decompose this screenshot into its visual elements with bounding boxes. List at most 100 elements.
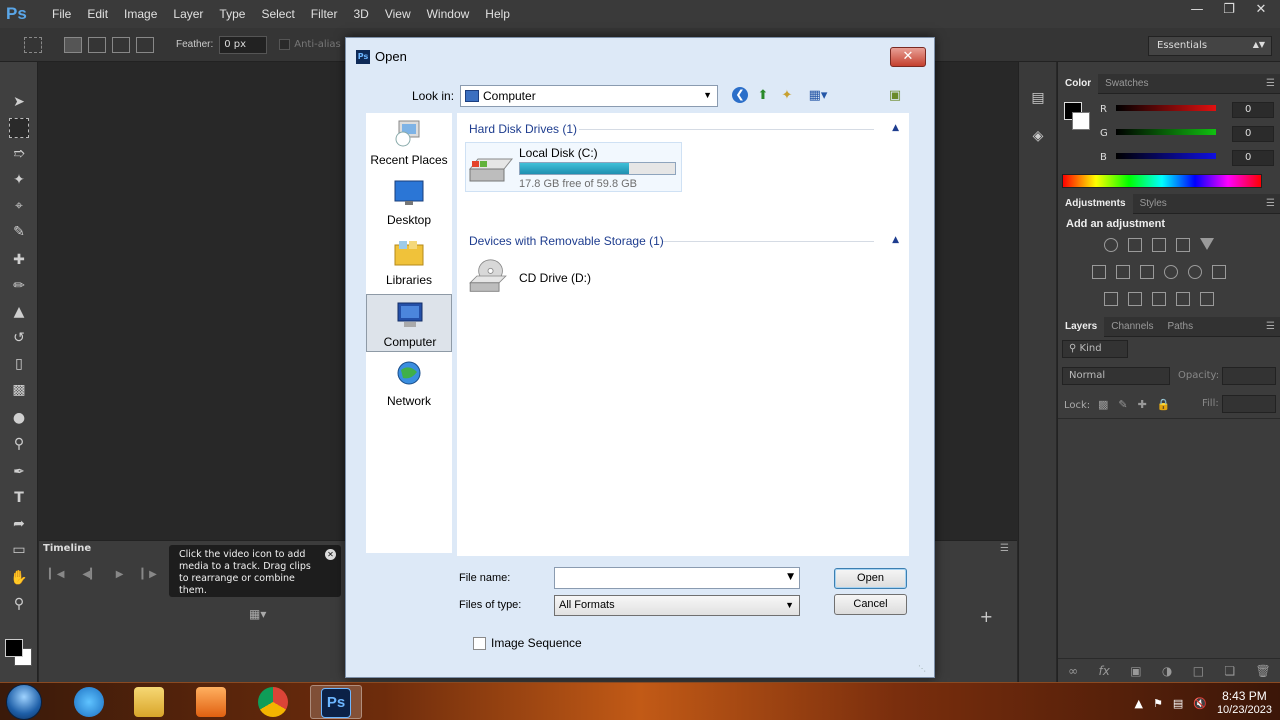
cancel-button[interactable]: Cancel <box>834 594 907 615</box>
taskbar-app-chrome[interactable] <box>248 685 300 719</box>
add-selection-icon[interactable] <box>88 36 106 53</box>
group-header-removable-storage[interactable]: Devices with Removable Storage (1) <box>469 234 664 248</box>
folder-options-icon[interactable]: ▣ <box>886 87 904 105</box>
actions-icon[interactable]: ◈ <box>1029 128 1047 146</box>
back-icon[interactable]: ❮ <box>732 87 748 103</box>
menu-3d[interactable]: 3D <box>345 7 376 21</box>
photo-filter-icon[interactable] <box>1164 265 1178 279</box>
menu-layer[interactable]: Layer <box>165 7 211 21</box>
workspace-select[interactable]: Essentials ▲▼ <box>1148 36 1272 56</box>
threshold-icon[interactable] <box>1152 292 1166 306</box>
taskbar-app-explorer[interactable] <box>124 685 176 719</box>
channel-slider[interactable] <box>1116 153 1216 159</box>
chevron-up-icon[interactable]: ▲ <box>892 123 899 133</box>
start-button[interactable] <box>6 684 42 720</box>
shape-tool-icon[interactable]: ▭ <box>9 540 29 560</box>
subtract-selection-icon[interactable] <box>112 36 130 53</box>
panel-menu-icon[interactable]: ☰ <box>1266 78 1275 89</box>
resize-grip-icon[interactable]: ⋱ <box>918 664 926 673</box>
type-tool-icon[interactable]: T <box>9 488 29 508</box>
tab-channels[interactable]: Channels <box>1104 321 1160 332</box>
chevron-down-icon[interactable]: ▼ <box>787 572 794 582</box>
menu-file[interactable]: File <box>44 7 79 21</box>
tab-styles[interactable]: Styles <box>1133 198 1174 209</box>
place-desktop[interactable]: Desktop <box>366 173 452 231</box>
show-hidden-icons-icon[interactable]: ▲ <box>1134 697 1142 710</box>
taskbar-clock[interactable]: 8:43 PM 10/23/2023 <box>1217 689 1272 717</box>
pen-tool-icon[interactable]: ✒ <box>9 462 29 482</box>
timeline-tab[interactable]: Timeline <box>43 543 91 554</box>
file-name-input[interactable]: ▼ <box>554 567 800 589</box>
menu-edit[interactable]: Edit <box>79 7 116 21</box>
place-recent-places[interactable]: Recent Places <box>366 113 452 171</box>
brightness-contrast-icon[interactable] <box>1104 238 1118 252</box>
color-lookup-icon[interactable] <box>1212 265 1226 279</box>
path-select-tool-icon[interactable]: ➦ <box>9 514 29 534</box>
lock-icons[interactable]: ▩✎✚🔒 <box>1098 398 1181 411</box>
hand-tool-icon[interactable]: ✋ <box>9 568 29 588</box>
channel-value[interactable]: 0 <box>1232 126 1274 142</box>
restore-icon[interactable]: ❐ <box>1220 2 1238 17</box>
lasso-tool-icon[interactable]: ➱ <box>9 144 29 164</box>
history-brush-tool-icon[interactable]: ↺ <box>9 328 29 348</box>
film-strip-icon[interactable]: ▦▾ <box>249 607 266 621</box>
dialog-close-button[interactable]: ✕ <box>890 47 926 67</box>
color-background-swatch[interactable] <box>1072 112 1090 130</box>
volume-muted-icon[interactable]: 🔇 <box>1193 697 1207 710</box>
menu-type[interactable]: Type <box>211 7 253 21</box>
eraser-tool-icon[interactable]: ▯ <box>9 354 29 374</box>
gradient-map-icon[interactable] <box>1200 292 1214 306</box>
play-icon[interactable]: ▶ <box>116 569 124 580</box>
channel-slider[interactable] <box>1116 129 1216 135</box>
place-network[interactable]: Network <box>366 354 452 412</box>
opacity-input[interactable] <box>1222 367 1276 385</box>
foreground-color-swatch[interactable] <box>5 639 23 657</box>
previous-frame-icon[interactable]: ◀▎ <box>82 569 97 580</box>
add-media-icon[interactable]: + <box>980 607 993 626</box>
up-folder-icon[interactable]: ⬆ <box>754 87 772 105</box>
layer-mask-icon[interactable]: ▣ <box>1130 664 1141 678</box>
panel-menu-icon[interactable]: ☰ <box>1266 321 1275 332</box>
channel-slider[interactable] <box>1116 105 1216 111</box>
view-menu-icon[interactable]: ▦▾ <box>804 87 832 105</box>
taskbar-app-media-player[interactable] <box>186 685 238 719</box>
posterize-icon[interactable] <box>1128 292 1142 306</box>
panel-menu-icon[interactable]: ☰ <box>1000 543 1009 554</box>
history-icon[interactable]: ▤ <box>1029 90 1047 108</box>
adjustment-layer-icon[interactable]: ◑ <box>1162 664 1172 678</box>
cd-drive-icon[interactable] <box>465 259 511 293</box>
gradient-tool-icon[interactable]: ▩ <box>9 380 29 400</box>
channel-mixer-icon[interactable] <box>1188 265 1202 279</box>
network-status-icon[interactable]: ▤ <box>1173 697 1183 710</box>
new-layer-icon[interactable]: ❏ <box>1224 664 1235 678</box>
channel-value[interactable]: 0 <box>1232 102 1274 118</box>
image-sequence-checkbox[interactable] <box>473 636 486 650</box>
exposure-icon[interactable] <box>1176 238 1190 252</box>
levels-icon[interactable] <box>1128 238 1142 252</box>
tab-swatches[interactable]: Swatches <box>1098 78 1155 89</box>
link-layers-icon[interactable]: ∞ <box>1068 664 1078 678</box>
place-libraries[interactable]: Libraries <box>366 233 452 291</box>
image-sequence-option[interactable]: Image Sequence <box>473 636 582 650</box>
panel-menu-icon[interactable]: ☰ <box>1266 198 1275 209</box>
menu-window[interactable]: Window <box>419 7 478 21</box>
quick-select-tool-icon[interactable]: ✦ <box>9 170 29 190</box>
menu-help[interactable]: Help <box>477 7 518 21</box>
look-in-select[interactable]: Computer ▼ <box>460 85 718 107</box>
brush-tool-icon[interactable]: ✏ <box>9 276 29 296</box>
antialias-toggle[interactable]: Anti-alias <box>279 39 341 50</box>
menu-select[interactable]: Select <box>253 7 302 21</box>
tab-layers[interactable]: Layers <box>1058 316 1105 337</box>
dodge-tool-icon[interactable]: ⚲ <box>9 434 29 454</box>
new-folder-icon[interactable]: ✦ <box>778 87 796 105</box>
minimize-icon[interactable]: — <box>1188 2 1206 17</box>
black-white-icon[interactable] <box>1140 265 1154 279</box>
place-computer[interactable]: Computer <box>366 294 452 352</box>
close-icon[interactable]: ✕ <box>325 549 336 560</box>
menu-view[interactable]: View <box>377 7 419 21</box>
tab-paths[interactable]: Paths <box>1161 321 1201 332</box>
hue-saturation-icon[interactable] <box>1092 265 1106 279</box>
color-spectrum-ramp[interactable] <box>1062 174 1262 188</box>
zoom-tool-icon[interactable]: ⚲ <box>9 594 29 614</box>
next-frame-icon[interactable]: ▎▶ <box>141 569 156 580</box>
